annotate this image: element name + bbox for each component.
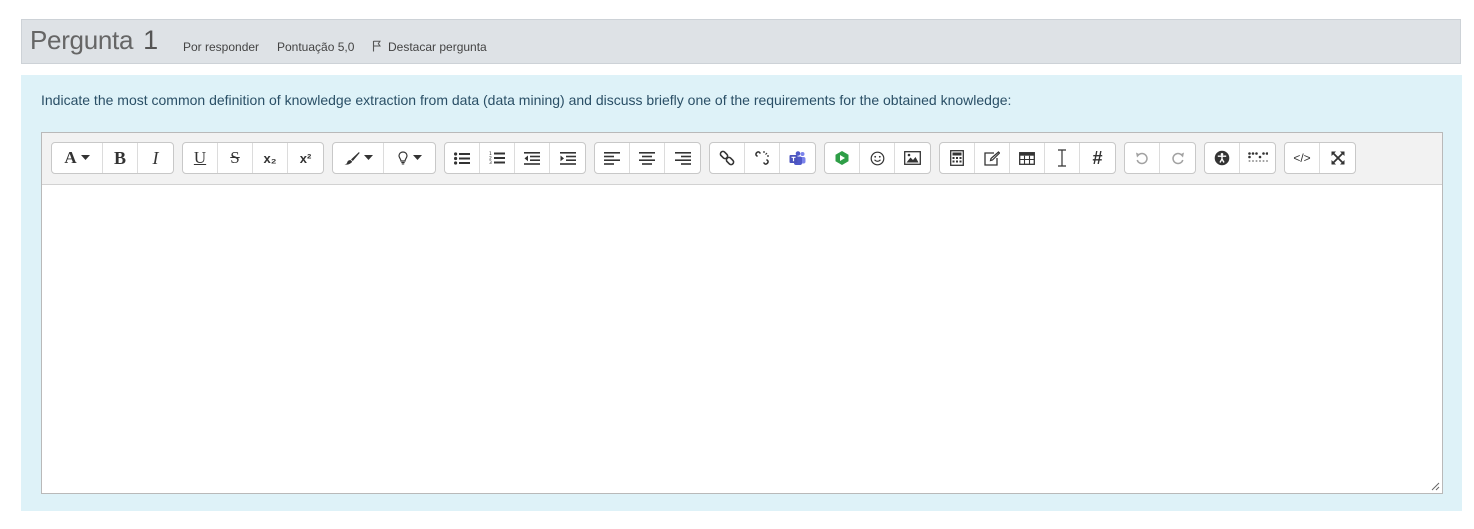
toolbar-group-accessibility [1204, 142, 1276, 174]
recorder-icon [835, 151, 849, 165]
toolbar-group-align [594, 142, 701, 174]
unlink-button[interactable] [745, 143, 780, 173]
undo-button[interactable] [1125, 143, 1160, 173]
toolbar-group-history [1124, 142, 1196, 174]
align-left-button[interactable] [595, 143, 630, 173]
question-score: Pontuação 5,0 [277, 40, 355, 54]
indent-button[interactable] [550, 143, 585, 173]
flag-question-link[interactable]: Destacar pergunta [388, 40, 487, 54]
caret-down-icon [412, 155, 422, 160]
subscript-button[interactable]: x₂ [253, 143, 288, 173]
clear-formatting-button[interactable] [1045, 143, 1080, 173]
calculator-icon [950, 150, 964, 166]
braille-icon [1247, 151, 1268, 162]
superscript-label: x² [299, 150, 312, 166]
toolbar-group-lists: 123 [444, 142, 586, 174]
toolbar-group-style: A B I [51, 142, 174, 174]
question-prompt: Indicate the most common definition of k… [41, 92, 1012, 108]
text-cursor-icon [1058, 149, 1066, 167]
outdent-icon [524, 151, 540, 165]
numbered-list-icon: 123 [489, 151, 505, 165]
highlight-dropdown[interactable] [384, 143, 435, 173]
fullscreen-button[interactable] [1320, 143, 1355, 173]
question-label: Pergunta [30, 25, 134, 55]
redo-icon [1171, 152, 1184, 165]
bullet-list-icon [454, 151, 470, 165]
lightbulb-icon [397, 151, 408, 165]
resize-handle-icon[interactable] [1430, 481, 1440, 491]
toolbar-group-view: </> [1284, 142, 1356, 174]
caret-down-icon [363, 155, 373, 160]
italic-label: I [152, 147, 159, 168]
fullscreen-icon [1330, 151, 1345, 165]
font-style-dropdown[interactable]: A [52, 143, 103, 173]
accessibility-checker-button[interactable] [1205, 143, 1240, 173]
question-title: Pergunta 1 [30, 25, 158, 56]
html-source-button[interactable]: </> [1285, 143, 1320, 173]
indent-icon [559, 151, 576, 165]
question-status: Por responder [183, 40, 260, 54]
unlink-icon [755, 151, 769, 165]
screen-reader-helper-button[interactable] [1240, 143, 1275, 173]
caret-down-icon [80, 155, 90, 160]
strikethrough-button[interactable]: S [218, 143, 253, 173]
special-character-button[interactable]: # [1080, 143, 1115, 173]
accessibility-icon [1214, 150, 1230, 166]
underline-label: U [193, 148, 207, 167]
toolbar-group-color [332, 142, 436, 174]
insert-image-button[interactable] [895, 143, 930, 173]
align-center-icon [639, 151, 655, 165]
smiley-icon [870, 151, 884, 165]
numbered-list-button[interactable]: 123 [480, 143, 515, 173]
outdent-button[interactable] [515, 143, 550, 173]
align-right-icon [674, 151, 691, 165]
align-left-icon [604, 151, 620, 165]
teams-meeting-button[interactable] [780, 143, 815, 173]
question-content: Indicate the most common definition of k… [21, 75, 1462, 511]
emoji-button[interactable] [860, 143, 895, 173]
recordrtc-button[interactable] [825, 143, 860, 173]
teams-icon [789, 150, 806, 165]
html-source-label: </> [1293, 151, 1311, 165]
rich-text-editor: A B I U S x₂ x² 1 2 3 # </> [41, 132, 1443, 494]
edit-icon [984, 150, 1000, 166]
align-right-button[interactable] [665, 143, 700, 173]
toolbar-group-format: U S x₂ x² [182, 142, 324, 174]
answer-textarea[interactable] [42, 185, 1442, 493]
undo-icon [1136, 152, 1148, 165]
font-style-label: A [64, 148, 77, 167]
svg-text:3: 3 [489, 160, 492, 165]
question-header: Pergunta 1 Por responder Pontuação 5,0 D… [21, 19, 1461, 64]
table-button[interactable] [1010, 143, 1045, 173]
italic-button[interactable]: I [138, 143, 173, 173]
text-color-dropdown[interactable] [333, 143, 384, 173]
underline-button[interactable]: U [183, 143, 218, 173]
redo-button[interactable] [1160, 143, 1195, 173]
toolbar-group-insert: # [939, 142, 1116, 174]
editor-toolbar: A B I U S x₂ x² 1 2 3 # </> [42, 133, 1442, 185]
bold-label: B [113, 147, 126, 168]
bullet-list-button[interactable] [445, 143, 480, 173]
toolbar-group-links [709, 142, 816, 174]
paint-brush-icon [344, 152, 360, 165]
question-number: 1 [143, 25, 158, 55]
toolbar-group-media [824, 142, 931, 174]
subscript-label: x₂ [263, 150, 277, 166]
equation-button[interactable] [940, 143, 975, 173]
link-button[interactable] [710, 143, 745, 173]
edit-form-button[interactable] [975, 143, 1010, 173]
superscript-button[interactable]: x² [288, 143, 323, 173]
link-icon [719, 150, 735, 166]
image-icon [904, 151, 921, 165]
special-character-label: # [1092, 147, 1103, 168]
table-icon [1019, 151, 1035, 165]
strikethrough-label: S [230, 148, 240, 167]
bold-button[interactable]: B [103, 143, 138, 173]
align-center-button[interactable] [630, 143, 665, 173]
flag-icon[interactable] [372, 40, 382, 52]
